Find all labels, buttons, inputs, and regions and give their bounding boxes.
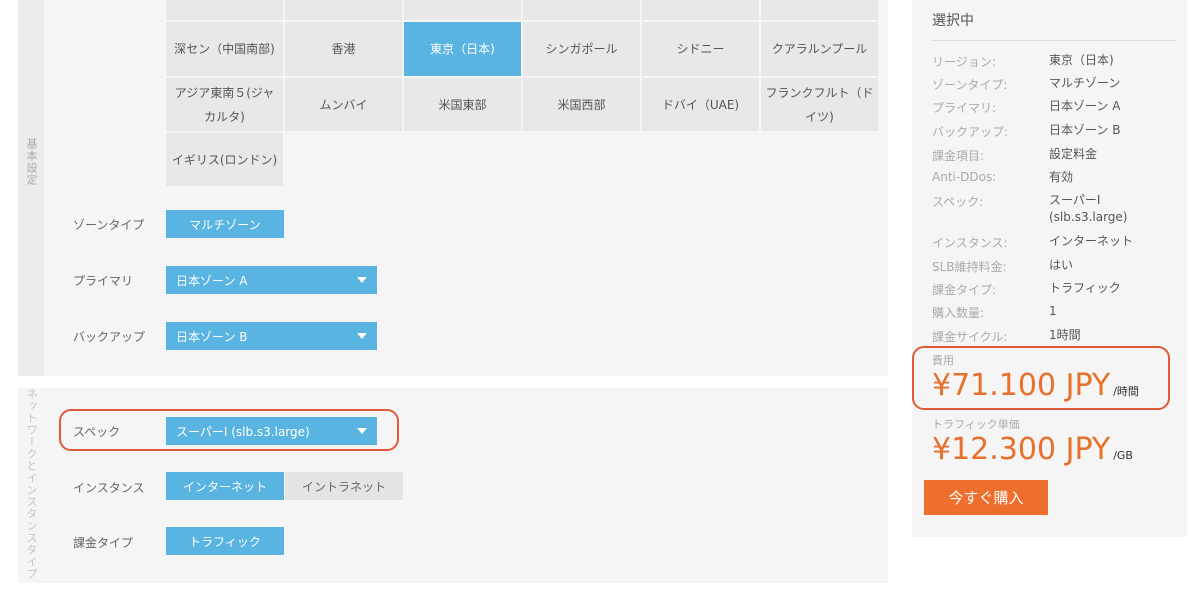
region-shenzhen[interactable]: 深セン（中国南部)	[166, 22, 283, 76]
basic-settings-panel: 深セン（中国南部) 香港 東京（日本) シンガポール シドニー クアラルンプール…	[44, 0, 888, 376]
billing-type-label: 課金タイプ	[73, 536, 134, 550]
zone-type-label: ゾーンタイプ	[73, 218, 145, 232]
unit-price-label: トラフィック単価	[932, 418, 1020, 431]
summary-value: はい	[1049, 258, 1074, 272]
summary-value: 日本ゾーン A	[1049, 99, 1121, 113]
spec-select[interactable]: スーパーI (slb.s3.large)	[166, 417, 377, 445]
fee-highlight	[912, 346, 1170, 410]
summary-value: マルチゾーン	[1049, 76, 1121, 90]
basic-settings-sidebar: 基本設定	[18, 0, 44, 376]
region-cell-empty	[642, 0, 759, 20]
basic-settings-label: 基本設定	[25, 138, 38, 186]
summary-value: 1時間	[1049, 328, 1081, 342]
chevron-down-icon	[357, 333, 367, 339]
selection-summary: 選択中 リージョン: 東京（日本) ゾーンタイプ: マルチゾーン プライマリ: …	[912, 0, 1187, 537]
region-jakarta[interactable]: アジア東南５(ジャカルタ)	[166, 78, 283, 131]
summary-value: 日本ゾーン B	[1049, 123, 1121, 137]
region-us-east[interactable]: 米国東部	[404, 78, 521, 131]
region-cell-empty	[404, 0, 521, 20]
network-sidebar: ネットワークとインスタンスタイプ	[18, 388, 44, 583]
backup-zone-value: 日本ゾーン B	[176, 329, 248, 344]
region-mumbai[interactable]: ムンバイ	[285, 78, 402, 131]
region-sydney[interactable]: シドニー	[642, 22, 759, 76]
summary-key: 課金サイクル:	[932, 330, 1008, 344]
backup-label: バックアップ	[73, 330, 146, 344]
instance-internet-button[interactable]: インターネット	[166, 472, 284, 500]
spec-value: スーパーI (slb.s3.large)	[176, 424, 310, 439]
summary-key: インスタンス:	[932, 236, 1008, 250]
summary-value: スーパーI (slb.s3.large)	[1049, 193, 1128, 224]
region-kuala-lumpur[interactable]: クアラルンプール	[761, 22, 878, 76]
summary-key: 課金項目:	[932, 149, 985, 163]
summary-key: Anti-DDos:	[932, 170, 997, 184]
summary-value: 有効	[1049, 170, 1074, 184]
summary-value: 1	[1049, 304, 1057, 318]
summary-key: 購入数量:	[932, 306, 985, 320]
unit-price: ¥12.300 JPY/GB	[932, 432, 1133, 467]
summary-key: リージョン:	[932, 55, 996, 69]
summary-value: 設定料金	[1049, 147, 1098, 161]
traffic-billing-button[interactable]: トラフィック	[166, 527, 284, 555]
instance-intranet-button[interactable]: イントラネット	[285, 472, 403, 500]
multi-zone-button[interactable]: マルチゾーン	[166, 210, 284, 238]
region-cell-empty	[166, 0, 283, 20]
summary-value: トラフィック	[1049, 281, 1121, 295]
region-tokyo[interactable]: 東京（日本)	[404, 22, 521, 76]
summary-title: 選択中	[932, 13, 974, 29]
summary-key: SLB維持料金:	[932, 260, 1007, 274]
network-section-label: ネットワークとインスタンスタイプ	[25, 388, 38, 580]
region-london[interactable]: イギリス(ロンドン)	[166, 133, 283, 186]
region-dubai[interactable]: ドバイ（UAE)	[642, 78, 759, 131]
unit-price-value: ¥12.300 JPY	[932, 432, 1111, 467]
summary-key: プライマリ:	[932, 101, 997, 115]
region-singapore[interactable]: シンガポール	[523, 22, 640, 76]
summary-key: ゾーンタイプ:	[932, 78, 1008, 92]
region-frankfurt[interactable]: フランクフルト（ドイツ)	[761, 78, 878, 131]
chevron-down-icon	[357, 277, 367, 283]
primary-zone-value: 日本ゾーン A	[176, 273, 248, 288]
summary-key: バックアップ:	[932, 125, 1009, 139]
region-hongkong[interactable]: 香港	[285, 22, 402, 76]
chevron-down-icon	[357, 428, 367, 434]
summary-key: スペック:	[932, 195, 984, 209]
region-cell-empty	[761, 0, 878, 20]
backup-zone-select[interactable]: 日本ゾーン B	[166, 322, 377, 350]
buy-now-button[interactable]: 今すぐ購入	[924, 480, 1048, 515]
region-us-west[interactable]: 米国西部	[523, 78, 640, 131]
spec-label: スペック	[73, 425, 121, 439]
summary-value: インターネット	[1049, 234, 1134, 248]
summary-divider	[932, 40, 1177, 41]
summary-value: 東京（日本)	[1049, 53, 1114, 67]
instance-label: インスタンス	[73, 481, 145, 495]
primary-zone-select[interactable]: 日本ゾーン A	[166, 266, 377, 294]
primary-label: プライマリ	[73, 274, 134, 288]
region-cell-empty	[285, 0, 402, 20]
summary-key: 課金タイプ:	[932, 283, 997, 297]
unit-price-unit: /GB	[1113, 449, 1133, 462]
region-cell-empty	[523, 0, 640, 20]
